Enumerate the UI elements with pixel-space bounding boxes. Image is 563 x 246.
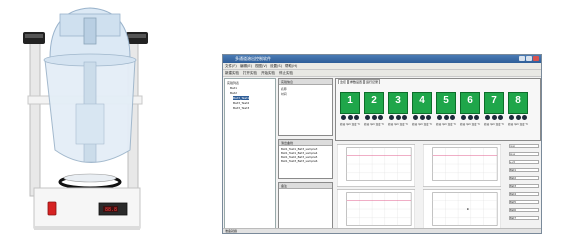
- field-box[interactable]: Bat3: [509, 184, 539, 188]
- chart-top-left: [337, 144, 415, 187]
- stop-experiment-button[interactable]: 停止实验: [279, 71, 293, 76]
- window-title: 多通道溶出控制软件: [235, 56, 271, 61]
- new-experiment-button[interactable]: 新建实验: [225, 71, 239, 76]
- vessel-label: 转速 rpm 温度 ℃: [364, 123, 385, 126]
- toolbar: 新建实验 打开实验 开始实验 停止实验: [223, 70, 541, 77]
- menu-edit[interactable]: 编辑(E): [240, 64, 252, 69]
- info-panel: 实验信息 名称 时间: [278, 78, 333, 136]
- vessel-label: 转速 rpm 温度 ℃: [340, 123, 361, 126]
- stirrer-indicator-icon: [412, 115, 432, 121]
- stirrer-indicator-icon: [388, 115, 408, 121]
- vessel-4[interactable]: 4: [412, 92, 432, 114]
- list-item[interactable]: Bat1_Test3_Bat3_sample6: [281, 159, 317, 163]
- experiment-tree: 实验列表 Bat1 Bat2 Bat3_Test1 Bat3_Test2 Bat…: [224, 78, 276, 232]
- info-panel-header: 实验信息: [279, 79, 332, 85]
- tree-root[interactable]: 实验列表: [227, 81, 239, 85]
- tab-parameters[interactable]: 参数设置: [348, 79, 365, 84]
- vessel-number: 3: [395, 95, 401, 106]
- software-window: 多通道溶出控制软件 文件(F) 编辑(E) 视图(V) 设置(S) 帮助(H) …: [222, 54, 542, 234]
- tree-item[interactable]: Bat3_Test3: [233, 106, 249, 110]
- tab-monitor[interactable]: 监控: [338, 79, 349, 84]
- vessel-6[interactable]: 6: [460, 92, 480, 114]
- stirrer-indicator-icon: [508, 115, 528, 121]
- vessel-label: 转速 rpm 温度 ℃: [460, 123, 481, 126]
- vessel-label: 转速 rpm 温度 ℃: [412, 123, 433, 126]
- right-field-column: 温度转速时间 Bat1 Bat2 Bat3 Bat4 Bat5 Bat6 Bat7: [509, 144, 541, 232]
- instrument-illustration: 88.8: [23, 7, 148, 230]
- vessel-2[interactable]: 2: [364, 92, 384, 114]
- field-box[interactable]: Bat5: [509, 200, 539, 204]
- vessel-label: 转速 rpm 温度 ℃: [508, 123, 529, 126]
- close-icon[interactable]: [533, 56, 539, 61]
- notes-header: 备注: [279, 183, 332, 189]
- field-box[interactable]: Bat1: [509, 168, 539, 172]
- tree-item[interactable]: Bat2: [230, 91, 237, 95]
- field-box[interactable]: Bat4: [509, 192, 539, 196]
- stirrer-indicator-icon: [484, 115, 504, 121]
- vessel-number: 7: [491, 95, 497, 106]
- stirrer-indicator-icon: [340, 115, 360, 121]
- vessel-7[interactable]: 7: [484, 92, 504, 114]
- info-row: 名称: [281, 87, 287, 91]
- vessel-3[interactable]: 3: [388, 92, 408, 114]
- vessel-label: 转速 rpm 温度 ℃: [436, 123, 457, 126]
- stirrer-indicator-icon: [436, 115, 456, 121]
- start-experiment-button[interactable]: 开始实验: [261, 71, 275, 76]
- vessel-1[interactable]: 1: [340, 92, 360, 114]
- tree-item[interactable]: Bat1: [230, 86, 237, 90]
- menu-settings[interactable]: 设置(S): [270, 64, 282, 69]
- power-switch-icon: [47, 201, 57, 216]
- field-box[interactable]: Bat7: [509, 216, 539, 220]
- minimize-icon[interactable]: [519, 56, 525, 61]
- menu-bar: 文件(F) 编辑(E) 视图(V) 设置(S) 帮助(H): [223, 63, 541, 70]
- menu-help[interactable]: 帮助(H): [285, 64, 297, 69]
- vessel-5[interactable]: 5: [436, 92, 456, 114]
- tree-item-selected[interactable]: Bat3_Test1: [233, 96, 250, 100]
- vessel-label: 转速 rpm 温度 ℃: [484, 123, 505, 126]
- menu-file[interactable]: 文件(F): [225, 64, 237, 69]
- vessel-8[interactable]: 8: [508, 92, 528, 114]
- tab-records[interactable]: 运行记录: [364, 79, 381, 84]
- status-bar: 准备就绪: [223, 228, 541, 233]
- open-experiment-button[interactable]: 打开实验: [243, 71, 257, 76]
- field-box[interactable]: Bat6: [509, 208, 539, 212]
- status-text: 准备就绪: [225, 229, 238, 233]
- chart-bottom-left: [337, 189, 415, 232]
- vessel-number: 8: [515, 95, 521, 106]
- vessel-number: 4: [419, 95, 425, 106]
- controller-readout: 88.8: [105, 207, 117, 213]
- field-box[interactable]: 温度: [509, 144, 539, 148]
- chart-top-right: [423, 144, 501, 187]
- stirrer-indicator-icon: [460, 115, 480, 121]
- vessel-label: 转速 rpm 温度 ℃: [388, 123, 409, 126]
- notes-panel: 备注: [278, 182, 333, 230]
- curve-list-panel: 溶出曲线 Bat1_Test1_Bat3_sample3 Bat1_Test1_…: [278, 139, 333, 179]
- vessel-number: 5: [443, 95, 449, 106]
- field-box[interactable]: Bat2: [509, 176, 539, 180]
- field-box[interactable]: 转速: [509, 152, 539, 156]
- info-row: 时间: [281, 92, 287, 96]
- chart-bottom-right: [423, 189, 501, 232]
- dissolution-instrument-photo: 88.8: [0, 0, 215, 245]
- vessel-number: 2: [371, 95, 377, 106]
- stirrer-indicator-icon: [364, 115, 384, 121]
- curve-list-header: 溶出曲线: [279, 140, 332, 146]
- vessel-number: 1: [347, 95, 353, 106]
- maximize-icon[interactable]: [526, 56, 532, 61]
- vessel-number: 6: [467, 95, 473, 106]
- menu-view[interactable]: 视图(V): [255, 64, 267, 69]
- field-box[interactable]: 时间: [509, 160, 539, 164]
- title-bar: 多通道溶出控制软件: [223, 55, 541, 63]
- tree-item[interactable]: Bat3_Test2: [233, 101, 249, 105]
